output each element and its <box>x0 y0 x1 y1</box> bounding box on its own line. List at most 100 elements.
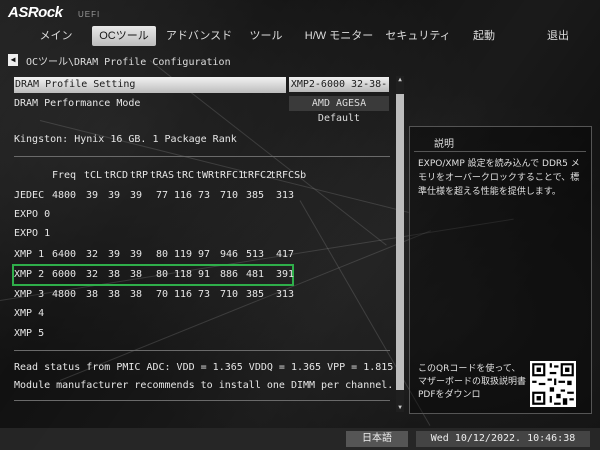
cell: 6000 <box>52 269 77 280</box>
date-time: Wed 10/12/2022. 10:46:38 <box>416 431 590 447</box>
cell: 385 <box>246 190 265 201</box>
cell: 73 <box>198 190 211 201</box>
footer-bar: 日本語 Wed 10/12/2022. 10:46:38 <box>0 428 600 450</box>
col-header: Freq <box>52 170 77 181</box>
col-header: tWR <box>196 170 215 181</box>
help-panel: 説明 EXPO/XMP 設定を読み込んで DDR5 メモリをオーバークロックする… <box>409 126 592 414</box>
col-header: tRP <box>130 170 149 181</box>
divider <box>14 400 390 401</box>
cell: 39 <box>130 249 143 260</box>
row-name: JEDEC <box>14 190 45 201</box>
tab-boot[interactable]: 起動 <box>464 26 504 46</box>
cell: 4800 <box>52 190 77 201</box>
tab-advanced[interactable]: アドバンスド <box>162 26 236 46</box>
cell: 385 <box>246 289 265 300</box>
col-header: tRFCSb <box>270 170 307 181</box>
cell: 97 <box>198 249 211 260</box>
dram-performance-mode-value[interactable]: AMD AGESA Default <box>289 96 389 124</box>
cell: 38 <box>108 289 121 300</box>
cell: 70 <box>156 289 169 300</box>
table-row-xmp3: XMP 3 4800 38 38 38 70 116 73 710 385 31… <box>14 289 394 305</box>
cell: 119 <box>174 249 193 260</box>
cell: 39 <box>108 249 121 260</box>
col-header: tRFC2 <box>242 170 273 181</box>
breadcrumb: ◀ OCツール\DRAM Profile Configuration <box>8 52 231 68</box>
cell: 417 <box>276 249 295 260</box>
row-name: XMP 1 <box>14 249 45 260</box>
row-name: EXPO 0 <box>14 209 51 220</box>
cell: 6400 <box>52 249 77 260</box>
divider <box>14 156 390 157</box>
tab-security[interactable]: セキュリティ <box>384 26 452 46</box>
cell: 91 <box>198 269 211 280</box>
cell: 886 <box>220 269 239 280</box>
cell: 39 <box>86 190 99 201</box>
col-header: tRC <box>176 170 195 181</box>
cell: 118 <box>174 269 193 280</box>
cell: 39 <box>108 190 121 201</box>
col-header: tRAS <box>150 170 175 181</box>
help-description: EXPO/XMP 設定を読み込んで DDR5 メモリをオーバークロックすることで… <box>418 159 580 197</box>
scroll-thumb[interactable] <box>396 94 404 390</box>
cell: 710 <box>220 289 239 300</box>
table-row-xmp5: XMP 5 <box>14 328 394 344</box>
row-name: XMP 4 <box>14 308 45 319</box>
dram-performance-mode-label[interactable]: DRAM Performance Mode <box>14 98 140 109</box>
pmic-status: Read status from PMIC ADC: VDD = 1.365 V… <box>14 362 394 373</box>
table-row-jedec: JEDEC 4800 39 39 39 77 116 73 710 385 31… <box>14 190 394 206</box>
cell: 391 <box>276 269 295 280</box>
cell: 38 <box>108 269 121 280</box>
divider <box>14 350 390 351</box>
cell: 80 <box>156 249 169 260</box>
table-row-expo0: EXPO 0 <box>14 209 394 225</box>
cell: 38 <box>130 269 143 280</box>
module-info: Kingston: Hynix 16 GB. 1 Package Rank <box>14 134 237 145</box>
cell: 313 <box>276 190 295 201</box>
table-row-xmp4: XMP 4 <box>14 308 394 324</box>
cell: 513 <box>246 249 265 260</box>
back-arrow-icon[interactable]: ◀ <box>8 54 18 66</box>
qr-caption: このQRコードを使って、マザーボードの取扱説明書PDFをダウンロ <box>418 364 527 400</box>
cell: 32 <box>86 249 99 260</box>
tab-oc-tweaker[interactable]: OCツール <box>92 26 156 46</box>
tab-exit[interactable]: 退出 <box>540 26 576 46</box>
table-row-xmp1: XMP 1 6400 32 39 39 80 119 97 946 513 41… <box>14 249 394 265</box>
scrollbar[interactable]: ▲ ▼ <box>396 76 404 412</box>
table-header: Freq tCL tRCD tRP tRAS tRC tWR tRFC1 tRF… <box>14 170 394 186</box>
cell: 73 <box>198 289 211 300</box>
col-header: tCL <box>84 170 103 181</box>
dimm-recommendation: Module manufacturer recommends to instal… <box>14 380 394 391</box>
table-row-xmp2[interactable]: XMP 2 6000 32 38 38 80 118 91 886 481 39… <box>14 269 394 285</box>
cell: 4800 <box>52 289 77 300</box>
cell: 481 <box>246 269 265 280</box>
dram-profile-setting-label: DRAM Profile Setting <box>15 79 136 90</box>
settings-panel: DRAM Profile Setting XMP2-6000 32-38-3..… <box>8 72 404 412</box>
row-name: XMP 5 <box>14 328 45 339</box>
cell: 32 <box>86 269 99 280</box>
col-header: tRFC1 <box>214 170 245 181</box>
dram-profile-setting-row[interactable]: DRAM Profile Setting <box>14 77 286 93</box>
tab-hw-monitor[interactable]: H/W モニター <box>302 26 376 46</box>
cell: 38 <box>86 289 99 300</box>
main-menu: メイン OCツール アドバンスド ツール H/W モニター セキュリティ 起動 … <box>0 26 600 48</box>
qr-code-icon <box>530 361 576 407</box>
row-name: XMP 3 <box>14 289 45 300</box>
cell: 946 <box>220 249 239 260</box>
cell: 39 <box>130 190 143 201</box>
tab-main[interactable]: メイン <box>30 26 82 46</box>
scroll-down-icon[interactable]: ▼ <box>396 404 404 412</box>
tab-tool[interactable]: ツール <box>242 26 290 46</box>
divider <box>414 151 586 152</box>
dram-profile-setting-value[interactable]: XMP2-6000 32-38-3... <box>289 77 389 105</box>
help-title: 説明 <box>434 139 454 150</box>
cell: 77 <box>156 190 169 201</box>
cell: 116 <box>174 190 193 201</box>
row-name: XMP 2 <box>14 269 45 280</box>
table-row-expo1: EXPO 1 <box>14 228 394 244</box>
top-bar: ASRock UEFI <box>0 0 600 24</box>
scroll-up-icon[interactable]: ▲ <box>396 76 404 84</box>
breadcrumb-path: OCツール\DRAM Profile Configuration <box>26 56 231 68</box>
uefi-label: UEFI <box>78 10 101 19</box>
col-header: tRCD <box>104 170 129 181</box>
language-selector[interactable]: 日本語 <box>346 431 408 447</box>
